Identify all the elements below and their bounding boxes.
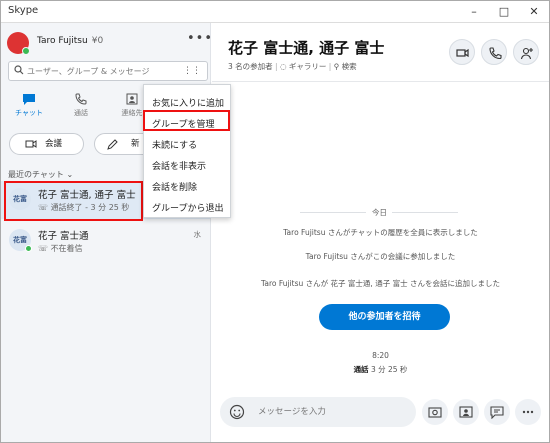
search-icon: ⚲ [333,62,340,71]
chat-list-item[interactable]: 花富 花子 富士通 ☏ 不在着信 水 [1,222,210,260]
chat-avatar-initials: 花富 [13,236,27,244]
message-icon [490,406,504,419]
video-camera-icon [456,48,469,58]
audio-call-button[interactable] [481,39,507,65]
maximize-button[interactable]: □ [489,1,519,23]
missed-call-icon: ☏ [38,244,49,253]
online-status-dot [22,47,30,55]
phone-icon [489,47,502,60]
dialpad-icon[interactable]: ⋮⋮ [183,66,201,76]
date-separator-label: 今日 [372,208,387,217]
edit-icon [107,139,118,150]
gallery-link[interactable]: ギャラリー [289,62,327,71]
conversation-search-link[interactable]: 検索 [342,62,357,71]
image-icon [428,407,442,418]
chat-preview: 不在着信 [50,244,83,253]
context-menu: お気に入りに追加 グループを管理 未読にする 会話を非表示 会話を削除 グループ… [143,84,231,218]
contacts-icon [126,93,138,105]
meet-now-button[interactable]: 会議 [9,133,84,155]
more-options-button[interactable] [515,399,541,425]
chat-timestamp: 水 [193,230,202,239]
system-message: Taro Fujitsu さんがこの会議に参加しました [305,252,456,261]
new-chat-label: 新 [131,139,140,149]
video-call-button[interactable] [449,39,475,65]
search-box[interactable]: ⋮⋮ [8,61,208,81]
profile-balance: ¥0 [91,36,104,46]
message-input[interactable] [258,405,408,419]
chat-icon [23,94,35,105]
close-button[interactable]: ✕ [519,1,549,23]
chat-preview: 通話終了 - 3 分 25 秒 [50,203,130,212]
chevron-down-icon: ⌄ [66,170,74,179]
tab-calls-label: 通話 [74,109,88,117]
menu-item-add-favorites[interactable]: お気に入りに追加 [152,96,224,109]
tab-chat[interactable]: チャット [4,93,54,123]
recent-chats-header[interactable]: 最近のチャット ⌄ [8,169,73,180]
message-composer[interactable] [220,397,416,427]
menu-item-leave-group[interactable]: グループから退出 [152,201,223,214]
search-input[interactable] [27,64,187,78]
participants-link[interactable]: 3 名の参加者 [228,62,273,71]
title-bar: Skype – □ ✕ [1,1,549,23]
call-label: 通話 [353,365,369,374]
system-message: Taro Fujitsu さんがチャットの履歴を全員に表示しました [283,228,478,237]
call-ended-icon: ☏ [38,203,49,212]
menu-item-delete-conversation[interactable]: 会話を削除 [152,180,197,193]
invite-participants-button[interactable]: 他の参加者を招待 [319,304,450,330]
call-info: 通話 3 分 25 秒 [212,364,549,375]
chat-name: 花子 富士通, 通子 富士 [38,190,136,201]
chat-name: 花子 富士通 [38,231,89,242]
header-divider [212,81,549,82]
menu-item-hide-conversation[interactable]: 会話を非表示 [152,159,206,172]
video-camera-icon [25,140,37,148]
call-duration: 3 分 25 秒 [370,365,408,374]
conversation-pane: 花子 富士通, 通子 富士 3 名の参加者 | ◌ ギャラリー | ⚲ 検索 今… [212,23,549,442]
more-options-icon[interactable]: ••• [187,31,213,46]
conversation-title[interactable]: 花子 富士通, 通子 富士 [228,37,384,58]
gallery-icon: ◌ [279,62,287,71]
menu-item-manage-group[interactable]: グループを管理 [152,117,214,130]
add-people-button[interactable] [513,39,539,65]
online-status-dot [25,245,32,252]
skype-window: Skype – □ ✕ Taro Fujitsu¥0 ••• ⋮⋮ チャット 通… [0,0,550,443]
chat-avatar-initials: 花富 [13,195,27,203]
menu-item-mark-unread[interactable]: 未読にする [152,138,197,151]
emoji-icon[interactable] [229,404,245,420]
avatar[interactable] [7,32,30,55]
meet-now-label: 会議 [45,139,63,149]
phone-icon [75,93,87,105]
tab-calls[interactable]: 通話 [56,93,106,123]
window-title: Skype [8,5,39,16]
recent-chats-title: 最近のチャット [8,170,64,179]
send-contact-button[interactable] [453,399,479,425]
system-message: Taro Fujitsu さんが 花子 富士通, 通子 富士 さんを会話に追加し… [261,279,500,288]
minimize-button[interactable]: – [459,1,489,23]
send-media-button[interactable] [422,399,448,425]
add-person-icon [520,47,533,60]
date-separator: 今日 [212,206,549,218]
more-icon [522,410,534,414]
search-icon [14,65,24,75]
chat-avatar: 花富 [9,188,31,210]
call-time: 8:20 [372,351,389,360]
profile-name: Taro Fujitsu [37,36,88,46]
send-message-options-button[interactable] [484,399,510,425]
chat-avatar: 花富 [9,229,32,252]
contact-card-icon [459,406,473,418]
tab-chat-label: チャット [15,109,43,117]
